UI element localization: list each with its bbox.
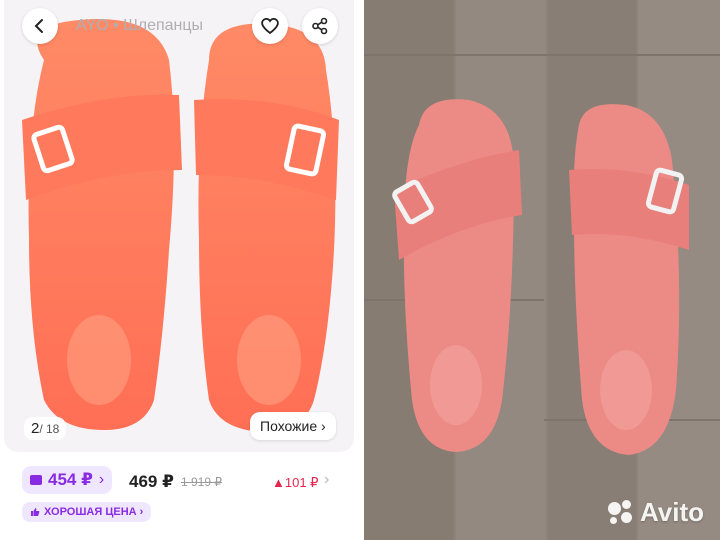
old-price: 1 919 ₽ [181, 475, 222, 489]
heart-icon [261, 17, 279, 35]
price-row-chevron-icon[interactable]: › [324, 471, 329, 489]
wallet-chevron-icon: › [98, 471, 105, 488]
price: 469 ₽ [129, 472, 174, 491]
good-price-badge[interactable]: ХОРОШАЯ ЦЕНА › [22, 502, 152, 522]
thumbs-up-icon [31, 508, 40, 516]
avito-logo-icon [607, 499, 634, 526]
product-photo[interactable] [4, 0, 354, 452]
sandals-illustration [22, 19, 339, 432]
product-card-screenshot: AYO • Шлепанцы 2/ 18 Похожие › 454 ₽ › 4… [0, 0, 358, 540]
similar-button[interactable]: Похожие › [250, 412, 336, 440]
photo-counter-total: / 18 [39, 422, 60, 436]
page-title: AYO • Шлепанцы [76, 17, 204, 34]
share-icon [312, 17, 328, 35]
sandals-on-floor-photo [364, 0, 720, 540]
wallet-icon [30, 475, 42, 485]
top-bar: AYO • Шлепанцы [0, 0, 358, 56]
price-row: 454 ₽ › 469 ₽ 1 919 ₽ ▲101 ₽ › [0, 462, 358, 498]
price-change[interactable]: ▲101 ₽ [272, 475, 318, 491]
avito-watermark: Avito [607, 497, 704, 528]
back-arrow-icon [34, 19, 43, 33]
avito-watermark-text: Avito [639, 497, 704, 527]
customer-photo: Avito [364, 0, 720, 540]
wallet-price: 454 ₽ [48, 470, 93, 489]
wallet-price-chip[interactable]: 454 ₽ › [22, 466, 113, 494]
photo-counter: 2/ 18 [24, 417, 67, 440]
back-button[interactable] [22, 8, 58, 44]
good-price-label: ХОРОШАЯ ЦЕНА › [44, 506, 144, 518]
favorite-button[interactable] [252, 8, 288, 44]
share-button[interactable] [302, 8, 338, 44]
